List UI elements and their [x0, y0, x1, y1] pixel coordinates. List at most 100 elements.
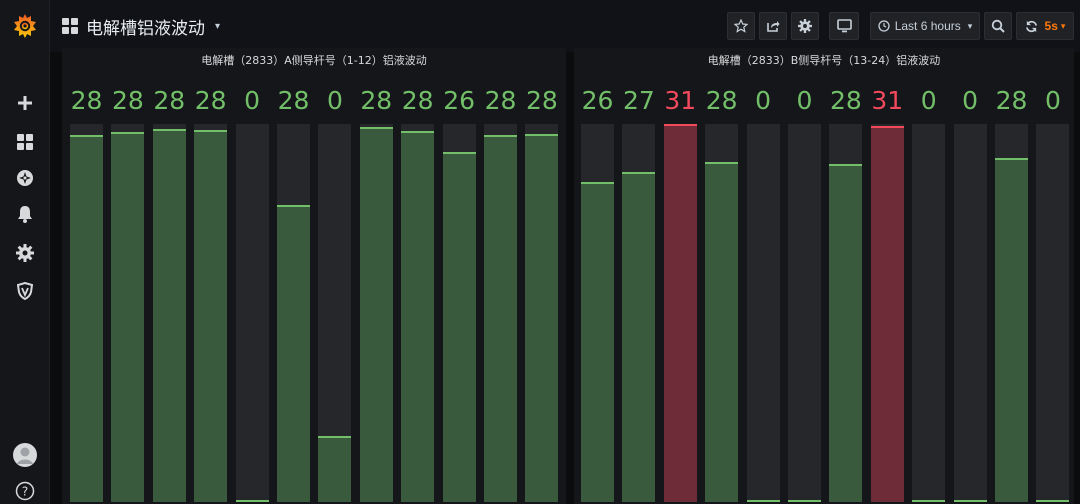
bar-gauge-value: 28: [829, 86, 862, 115]
chevron-down-icon: ▾: [967, 20, 973, 31]
bar-gauge-bar: [663, 124, 697, 502]
bar-gauge-fill: [746, 500, 780, 502]
bar-gauge-value: 0: [920, 86, 937, 115]
bar-gauge-panel-a[interactable]: 电解槽（2833）A侧导杆号（1-12）铝液波动 28 28 28 28 0 28 0 28 2…: [62, 48, 566, 504]
chevron-down-icon: ▾: [215, 20, 221, 32]
bar-gauge-fill: [995, 158, 1028, 502]
bar-gauge-fill: [70, 135, 103, 502]
refresh-interval-label: 5s: [1044, 19, 1058, 33]
bar-gauge-value: 0: [796, 86, 813, 115]
chevron-down-icon: ▾: [1060, 20, 1066, 31]
bar-gauge-bar: [581, 124, 614, 502]
bar-gauge-bar: [152, 124, 186, 502]
tv-monitor-icon: [836, 19, 852, 33]
zoom-out-icon: [991, 19, 1005, 33]
bar-gauge-fill: [525, 134, 559, 502]
bar-gauge-fill: [484, 135, 517, 502]
configuration-gear-icon[interactable]: [0, 236, 50, 270]
bar-gauge-value: 0: [326, 86, 343, 115]
bar-gauge-bar: [277, 124, 310, 502]
bar-gauge-value: 31: [664, 86, 697, 115]
time-range-picker[interactable]: Last 6 hours ▾: [870, 12, 980, 40]
bar-gauge-value: 31: [871, 86, 904, 115]
bar-gauge-value: 28: [194, 86, 227, 115]
bar-gauge-fill: [442, 152, 476, 502]
bar-gauge-bar: [318, 124, 352, 502]
bar-gauge-values: 26 27 31 28 0 0 28 31 0 0 28 0: [574, 84, 1074, 118]
bar-gauge-bar: [401, 124, 435, 502]
server-admin-shield-icon[interactable]: [0, 274, 50, 308]
plus-icon[interactable]: [0, 86, 50, 120]
dashboards-icon[interactable]: [0, 125, 50, 159]
user-avatar[interactable]: [0, 438, 50, 472]
clock-icon: [878, 20, 890, 32]
bar-gauge-fill: [235, 500, 269, 502]
star-icon: [734, 19, 748, 33]
star-dashboard-button[interactable]: [727, 12, 755, 40]
refresh-picker[interactable]: 5s ▾: [1016, 12, 1074, 40]
bar-gauge-bar: [442, 124, 476, 502]
bar-gauge-value: 28: [484, 86, 517, 115]
bar-gauge-fill: [1036, 500, 1070, 502]
bar-gauge-fill: [953, 500, 987, 502]
bar-gauge-fill: [581, 182, 614, 502]
bar-gauge-value: 28: [995, 86, 1028, 115]
bar-gauge-bar: [111, 124, 145, 502]
bar-gauge-bar: [788, 124, 821, 502]
bar-gauge-fill: [401, 131, 435, 502]
bar-gauge-fill: [705, 162, 739, 502]
bar-gauge-bar: [953, 124, 987, 502]
bar-gauge-values: 28 28 28 28 0 28 0 28 28 26 28 28: [62, 84, 566, 118]
dashboard-title-picker[interactable]: 电解槽铝液波动 ▾: [62, 14, 221, 39]
bar-gauge-fill: [359, 127, 393, 502]
sidebar: ?: [0, 0, 50, 504]
bar-gauge-fill: [152, 129, 186, 502]
bar-gauge-bar: [995, 124, 1028, 502]
bar-gauge-bar: [829, 124, 863, 502]
bar-gauge-value: 28: [70, 86, 103, 115]
bar-gauge-value: 28: [111, 86, 144, 115]
bar-gauge-fill: [912, 500, 946, 502]
share-dashboard-button[interactable]: [759, 12, 787, 40]
bar-gauge-panel-b[interactable]: 电解槽（2833）B侧导杆号（13-24）铝液波动 26 27 31 28 0 0 28 31…: [574, 48, 1074, 504]
bar-gauge-value: 0: [755, 86, 772, 115]
bar-gauge-bar: [235, 124, 269, 502]
top-navbar: 电解槽铝液波动 ▾ Last 6 hours ▾ 5s ▾: [50, 0, 1080, 52]
grafana-app: ? 电解槽铝液波动 ▾ Last 6 hours ▾ 5s ▾ 电解槽（2833…: [0, 0, 1080, 504]
bar-gauge-bar: [912, 124, 946, 502]
bar-gauge-bar: [746, 124, 780, 502]
bar-gauge-fill: [318, 436, 352, 502]
bar-gauge-bar: [1036, 124, 1070, 502]
bar-gauge-fill: [870, 126, 904, 502]
bar-gauge-fill: [194, 130, 228, 502]
grafana-logo-icon[interactable]: [0, 6, 50, 46]
bar-gauge-value: 28: [705, 86, 738, 115]
tv-mode-button[interactable]: [829, 12, 859, 40]
bar-gauge-fill: [277, 205, 310, 502]
bar-gauge-value: 0: [1044, 86, 1061, 115]
bar-gauge-value: 26: [581, 86, 614, 115]
bar-gauge-bar: [70, 124, 103, 502]
refresh-icon: [1025, 20, 1037, 32]
gear-icon: [798, 19, 812, 33]
bar-gauge-fill: [788, 500, 821, 502]
help-question-icon[interactable]: ?: [0, 474, 50, 504]
bar-gauge-value: 28: [360, 86, 393, 115]
bar-gauge-fill: [111, 132, 145, 502]
alerting-bell-icon[interactable]: [0, 197, 50, 231]
dashboard-title: 电解槽铝液波动: [86, 18, 205, 39]
time-range-label: Last 6 hours: [894, 19, 961, 33]
bar-gauge-bar: [359, 124, 393, 502]
explore-compass-icon[interactable]: [0, 161, 50, 195]
bar-gauge-bar: [194, 124, 228, 502]
bar-gauge-value: 0: [962, 86, 979, 115]
bar-gauge-value: 28: [401, 86, 434, 115]
zoom-out-button[interactable]: [984, 12, 1012, 40]
bar-gauge-fill: [829, 164, 863, 502]
bar-gauge-fill: [622, 172, 656, 502]
svg-text:?: ?: [22, 485, 28, 499]
dashboard-settings-button[interactable]: [791, 12, 819, 40]
bar-gauge-bar: [525, 124, 559, 502]
dashboard-grid-icon: [62, 18, 78, 34]
bar-gauge-bar: [870, 124, 904, 502]
